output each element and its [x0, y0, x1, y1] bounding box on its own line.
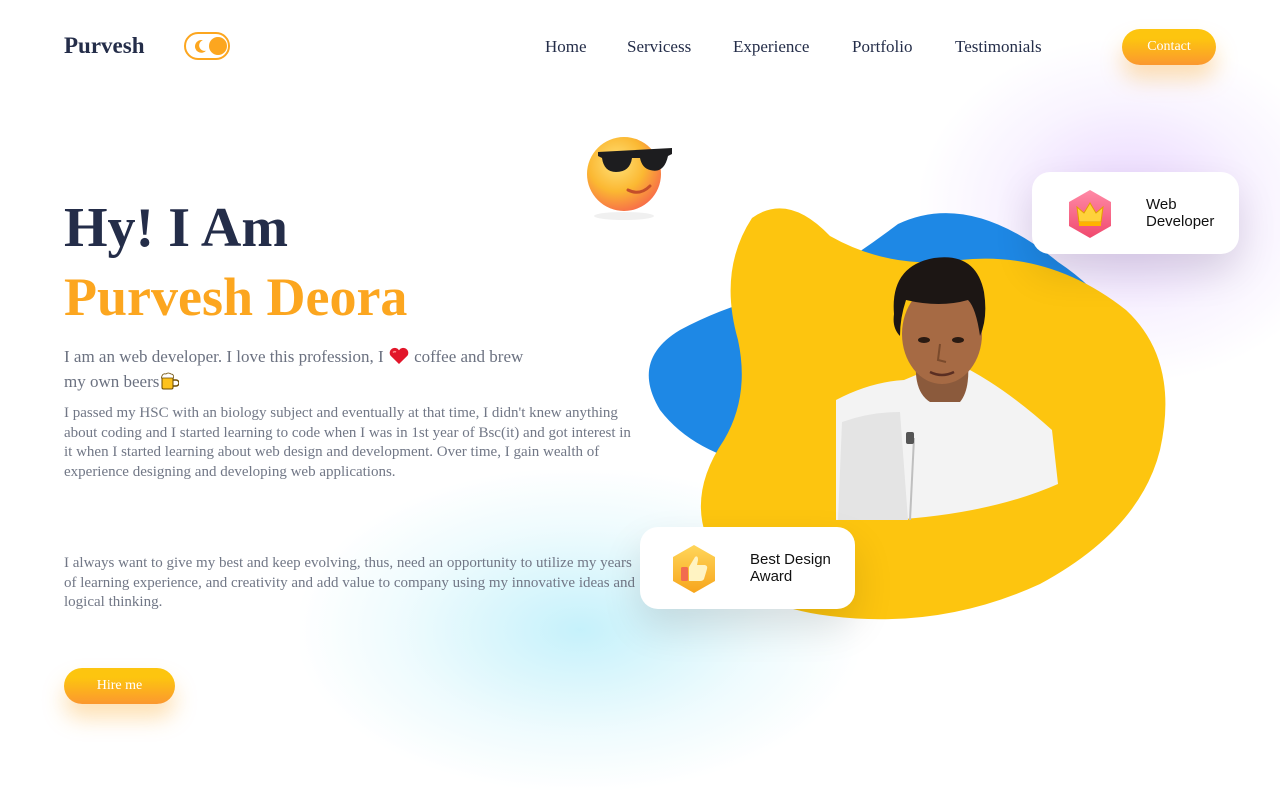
heart-icon — [389, 347, 409, 364]
web-developer-line1: Web — [1146, 196, 1177, 213]
web-developer-line2: Developer — [1146, 213, 1215, 230]
contact-button[interactable]: Contact — [1122, 29, 1216, 65]
best-design-award-card: Best Design Award — [640, 527, 855, 609]
web-developer-label: Web Developer — [1146, 196, 1214, 230]
best-design-line1: Best Design — [750, 551, 831, 568]
thumbs-up-icon — [673, 545, 715, 593]
nav-experience[interactable]: Experience — [733, 37, 809, 57]
intro-text-part1: I am an web developer. I love this profe… — [64, 347, 388, 366]
best-design-award-label: Best Design Award — [750, 551, 831, 585]
hire-me-button[interactable]: Hire me — [64, 668, 175, 704]
web-developer-card: Web Developer — [1032, 172, 1239, 254]
theme-toggle[interactable] — [184, 32, 230, 60]
hero-paragraph-2: I always want to give my best and keep e… — [64, 555, 636, 610]
hero-greeting: Hy! I Am — [64, 197, 288, 259]
toggle-knob — [209, 37, 227, 55]
nav-home[interactable]: Home — [545, 37, 587, 57]
hero-name: Purvesh Deora — [64, 267, 408, 327]
moon-icon — [194, 39, 207, 53]
profile-photo — [836, 257, 1058, 520]
nav-portfolio[interactable]: Portfolio — [852, 37, 912, 57]
best-design-line2: Award — [750, 568, 793, 585]
brand-logo[interactable]: Purvesh — [64, 33, 145, 59]
beer-mug-icon — [161, 372, 180, 390]
crown-icon — [1069, 190, 1111, 238]
nav-services[interactable]: Servicess — [627, 37, 691, 57]
nav-testimonials[interactable]: Testimonials — [955, 37, 1042, 57]
hero-paragraph-1: I passed my HSC with an biology subject … — [64, 405, 631, 480]
hero-intro: I am an web developer. I love this profe… — [64, 344, 544, 394]
